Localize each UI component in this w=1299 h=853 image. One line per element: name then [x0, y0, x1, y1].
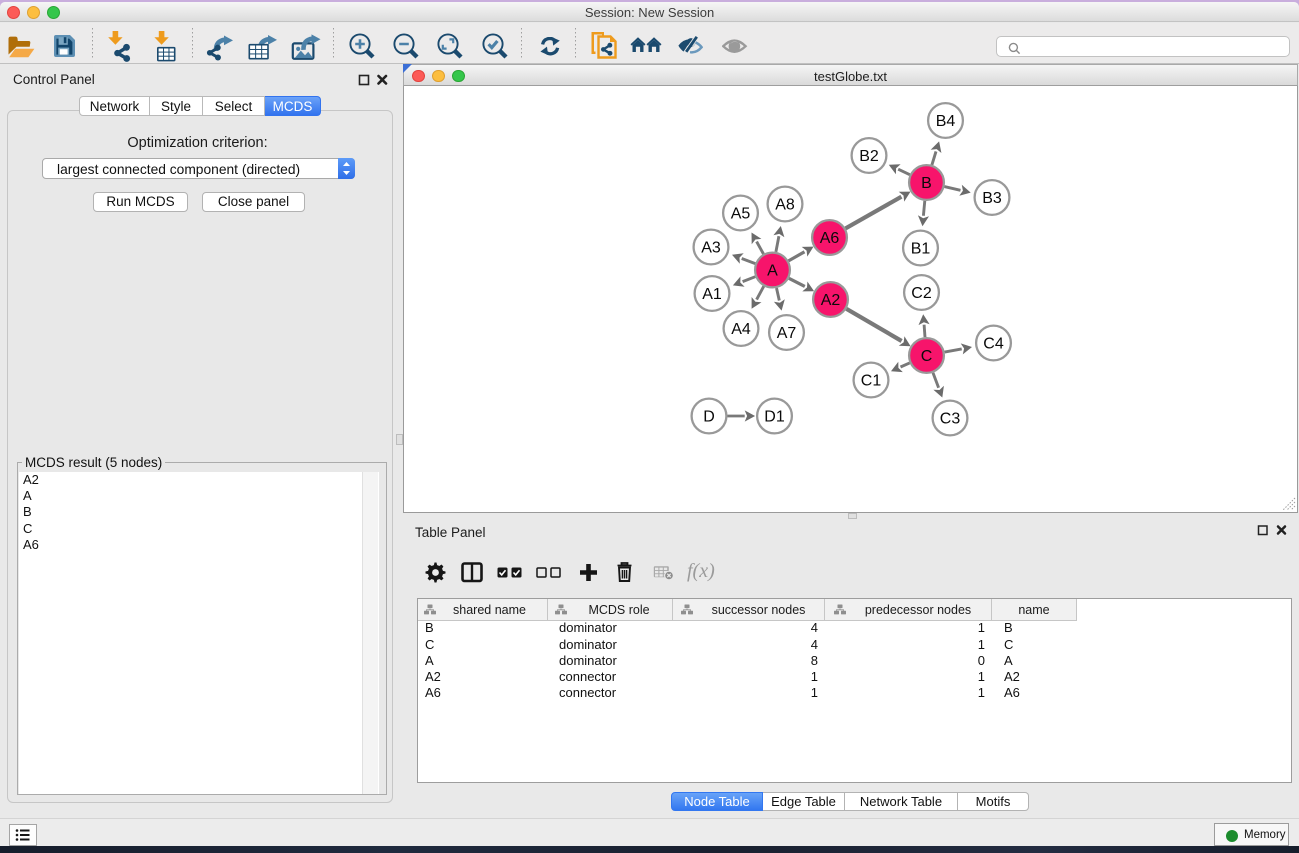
svg-text:B4: B4	[936, 113, 956, 130]
svg-text:B3: B3	[982, 190, 1002, 207]
svg-text:A2: A2	[821, 292, 841, 309]
svg-text:C: C	[921, 348, 933, 365]
svg-text:A: A	[767, 263, 778, 280]
svg-text:C3: C3	[940, 411, 961, 428]
svg-text:B: B	[921, 175, 932, 192]
svg-text:D: D	[703, 409, 715, 426]
svg-text:A4: A4	[731, 321, 751, 338]
svg-text:B2: B2	[859, 148, 879, 165]
svg-text:C2: C2	[911, 285, 932, 302]
svg-text:A8: A8	[775, 197, 795, 214]
svg-text:D1: D1	[764, 409, 785, 426]
svg-text:A3: A3	[701, 240, 721, 257]
svg-text:A6: A6	[820, 230, 840, 247]
svg-text:A1: A1	[702, 286, 722, 303]
svg-text:C1: C1	[861, 373, 882, 390]
svg-text:C4: C4	[983, 336, 1004, 353]
svg-text:B1: B1	[911, 241, 931, 258]
svg-text:A5: A5	[731, 206, 751, 223]
svg-text:A7: A7	[777, 325, 797, 342]
